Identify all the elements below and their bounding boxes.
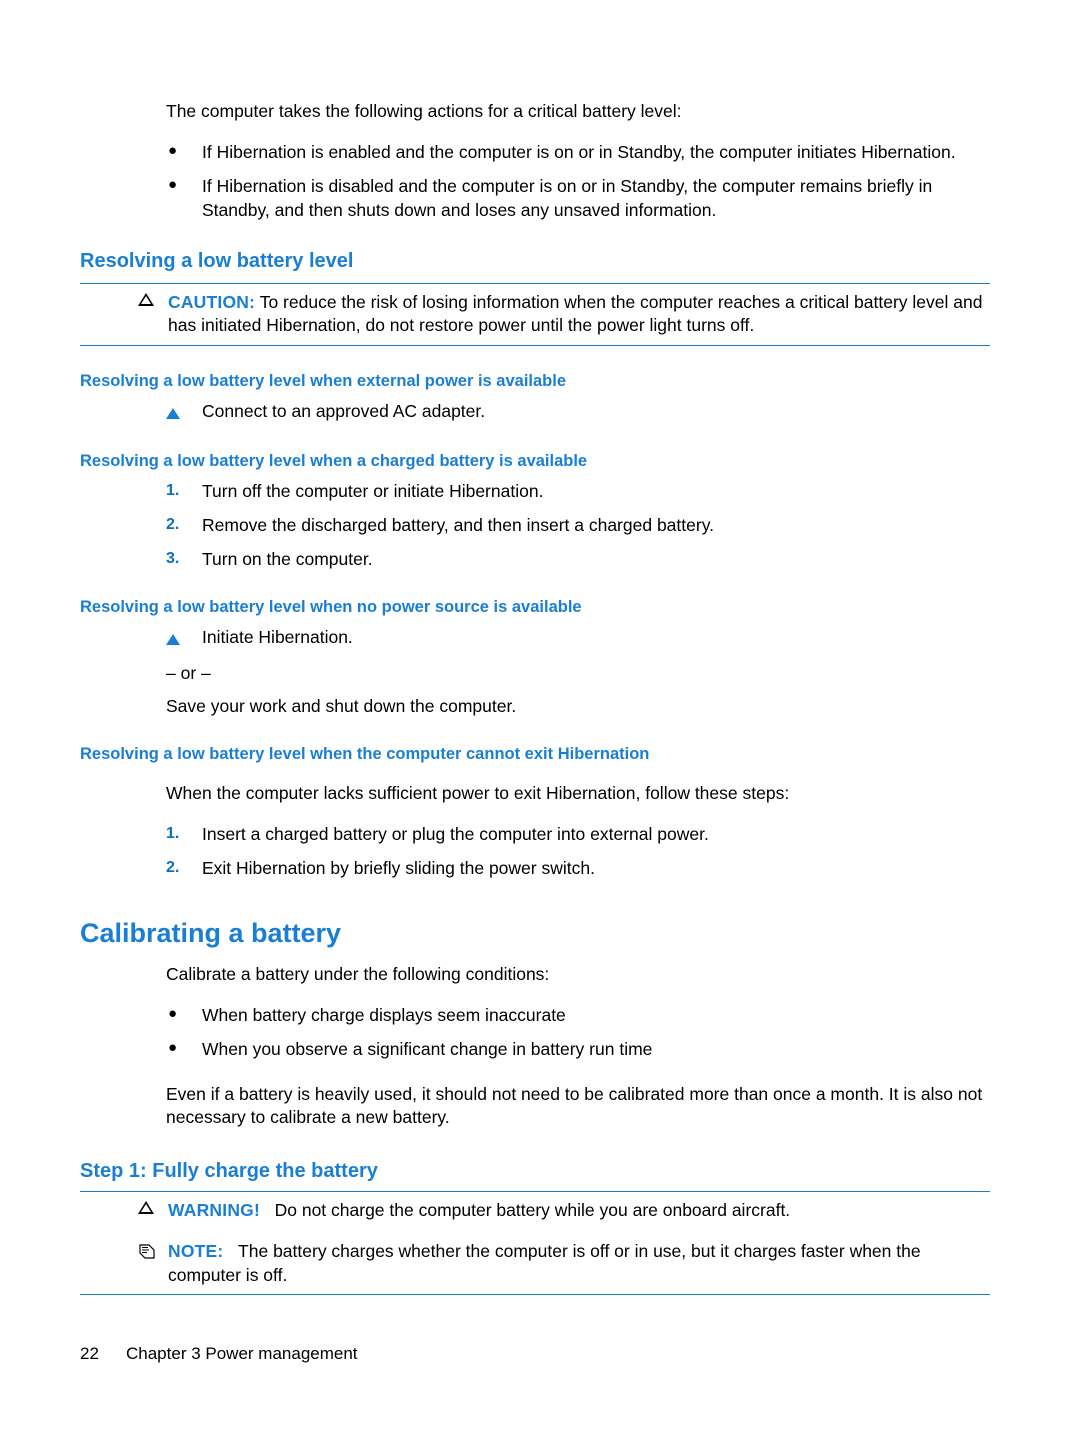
step-text: Turn off the computer or initiate Hibern… <box>202 481 544 502</box>
list-item: ● When you observe a significant change … <box>166 1037 990 1061</box>
or-separator-text: – or – <box>166 662 211 683</box>
step-text: Insert a charged battery or plug the com… <box>202 823 709 844</box>
document-page: The computer takes the following actions… <box>0 0 1080 1437</box>
footer-chapter-label: Chapter 3 Power management <box>126 1344 358 1363</box>
step-item: Initiate Hibernation. <box>166 625 990 652</box>
step-text: Exit Hibernation by briefly sliding the … <box>202 857 595 878</box>
step-text: Turn on the computer. <box>202 549 373 570</box>
numbered-list-item: 2. Exit Hibernation by briefly sliding t… <box>166 856 990 880</box>
step-text: Remove the discharged battery, and then … <box>202 515 715 536</box>
step-item: Connect to an approved AC adapter. <box>166 399 990 426</box>
warning-admonition: WARNING! Do not charge the computer batt… <box>80 1191 990 1229</box>
section-heading-calibrating: Calibrating a battery <box>80 917 342 948</box>
list-item: ● When battery charge displays seem inac… <box>166 1003 990 1027</box>
step-number: 3. <box>166 550 180 568</box>
subsection-heading-cannot-exit-hibernation: Resolving a low battery level when the c… <box>80 744 650 763</box>
list-item: ● If Hibernation is enabled and the comp… <box>166 140 990 164</box>
subsection-heading-charged-battery: Resolving a low battery level when a cha… <box>80 452 588 471</box>
step-number: 2. <box>166 858 180 876</box>
list-item-text: If Hibernation is enabled and the comput… <box>202 141 956 162</box>
intro-paragraph: The computer takes the following actions… <box>166 101 682 121</box>
bullet-icon: ● <box>168 175 178 193</box>
warning-triangle-icon <box>80 1199 168 1215</box>
page-content: The computer takes the following actions… <box>80 100 990 1296</box>
note-admonition: NOTE: The battery charges whether the co… <box>80 1233 990 1296</box>
bullet-icon: ● <box>168 1038 178 1056</box>
list-item: ● If Hibernation is disabled and the com… <box>166 174 990 222</box>
section-heading-resolving: Resolving a low battery level <box>80 250 354 273</box>
step-triangle-icon <box>166 625 202 652</box>
calibrating-closing-paragraph: Even if a battery is heavily used, it sh… <box>166 1083 983 1128</box>
subsection-heading-no-power-source: Resolving a low battery level when no po… <box>80 597 582 616</box>
note-label: NOTE: <box>168 1241 224 1262</box>
cannot-exit-paragraph: When the computer lacks sufficient power… <box>166 782 790 803</box>
note-icon <box>80 1240 168 1266</box>
bullet-icon: ● <box>168 1004 178 1022</box>
calibrating-paragraph: Calibrate a battery under the following … <box>166 963 550 984</box>
alternative-step-text: Save your work and shut down the compute… <box>166 696 517 717</box>
page-footer: 22 Chapter 3 Power management <box>80 1344 358 1364</box>
step-number: 1. <box>166 824 180 842</box>
note-text-block: NOTE: The battery charges whether the co… <box>168 1240 990 1287</box>
bullet-icon: ● <box>168 141 178 159</box>
numbered-list-item: 1. Insert a charged battery or plug the … <box>166 822 990 846</box>
list-item-text: When you observe a significant change in… <box>202 1038 653 1059</box>
note-text: The battery charges whether the computer… <box>168 1241 921 1285</box>
numbered-list-item: 2. Remove the discharged battery, and th… <box>166 513 990 537</box>
caution-admonition: CAUTION: To reduce the risk of losing in… <box>80 283 990 346</box>
warning-text: Do not charge the computer battery while… <box>274 1200 791 1221</box>
numbered-list-item: 1. Turn off the computer or initiate Hib… <box>166 479 990 503</box>
step-number: 1. <box>166 482 180 500</box>
warning-label: WARNING! <box>168 1200 261 1221</box>
step1-heading: Step 1: Fully charge the battery <box>80 1160 378 1183</box>
caution-triangle-icon <box>80 291 168 307</box>
step-text: Initiate Hibernation. <box>202 626 353 647</box>
caution-text: To reduce the risk of losing information… <box>168 292 983 336</box>
caution-label: CAUTION: <box>168 292 256 313</box>
subsection-heading-external-power: Resolving a low battery level when exter… <box>80 371 567 390</box>
list-item-text: When battery charge displays seem inaccu… <box>202 1004 566 1025</box>
step-text: Connect to an approved AC adapter. <box>202 400 486 421</box>
warning-text-block: WARNING! Do not charge the computer batt… <box>168 1199 990 1222</box>
step-triangle-icon <box>166 399 202 426</box>
list-item-text: If Hibernation is disabled and the compu… <box>202 175 933 220</box>
caution-text-block: CAUTION: To reduce the risk of losing in… <box>168 291 990 338</box>
numbered-list-item: 3. Turn on the computer. <box>166 547 990 571</box>
footer-page-number: 22 <box>80 1344 99 1363</box>
step-number: 2. <box>166 516 180 534</box>
